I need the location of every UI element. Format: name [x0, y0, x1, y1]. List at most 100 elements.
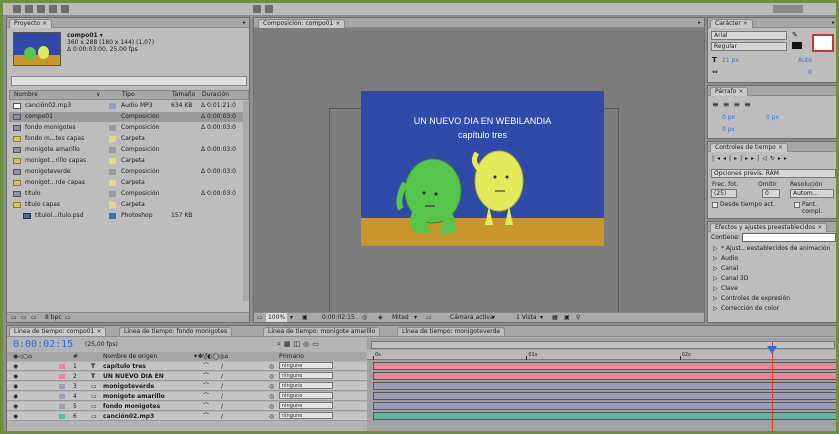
eyedropper-icon[interactable]: ✎: [792, 31, 798, 39]
motion-blur-icon[interactable]: ◎: [303, 340, 312, 348]
project-item[interactable]: título Composición Δ 0:00:03:0: [9, 189, 249, 199]
panel-menu-icon[interactable]: ▸: [698, 19, 701, 26]
effects-category[interactable]: ▷ Canal: [711, 264, 836, 274]
space-before-value[interactable]: 0 px: [722, 126, 735, 133]
label-color-swatch[interactable]: [109, 191, 116, 197]
interpret-footage-icon[interactable]: ▭: [11, 313, 17, 322]
project-item[interactable]: títulol...ítulo.psd Photoshop 157 KB: [9, 211, 249, 221]
column-size[interactable]: Tamaño: [172, 91, 195, 99]
column-name[interactable]: Nombre: [14, 91, 38, 99]
label-color-swatch[interactable]: [109, 169, 116, 175]
shy-switch-icon[interactable]: ⌒: [203, 392, 209, 401]
effects-category[interactable]: ▷ Audio: [711, 254, 836, 264]
project-scrollbar[interactable]: [243, 101, 249, 301]
tab-effects[interactable]: Efectos y ajustes preestablecidos ×: [710, 223, 828, 232]
project-item[interactable]: monigoteverde Composición Δ 0:00:03:0: [9, 167, 249, 177]
source-name-header[interactable]: Nombre de origen: [103, 352, 157, 361]
shy-switch-icon[interactable]: ⌒: [203, 382, 209, 391]
leading-value[interactable]: Auto: [798, 57, 812, 64]
resolution-select[interactable]: Mitad: [392, 313, 409, 322]
effects-category[interactable]: ▷ Canal 3D: [711, 274, 836, 284]
graph-editor-icon[interactable]: ▭: [312, 340, 322, 348]
close-icon[interactable]: ×: [96, 328, 101, 335]
indent-left-value[interactable]: 0 px: [722, 114, 735, 121]
audio-icon[interactable]: ◁: [762, 155, 770, 162]
effects-category[interactable]: ▷ Controles de expresión: [711, 294, 836, 304]
layer-duration-bar[interactable]: [373, 362, 836, 370]
zoom-tool-icon[interactable]: [37, 5, 45, 13]
align-right-icon[interactable]: ≡: [733, 100, 744, 109]
flowchart-icon[interactable]: ⚲: [576, 313, 580, 322]
parent-select[interactable]: ninguno: [279, 402, 333, 409]
font-style-select[interactable]: Regular: [711, 42, 787, 51]
comp-timecode[interactable]: 0:00:02:15: [322, 313, 355, 322]
project-item[interactable]: monigot...rde capas Carpeta: [9, 178, 249, 188]
project-item[interactable]: canción02.mp3 Audio MP3 634 KB Δ 0:01:21:0: [9, 101, 249, 111]
parent-select[interactable]: ninguno: [279, 412, 333, 419]
project-search-bar[interactable]: [11, 76, 247, 86]
quality-switch-icon[interactable]: /: [221, 382, 223, 391]
parent-select[interactable]: ninguno: [279, 382, 333, 389]
visibility-eye-icon[interactable]: ◉: [13, 382, 18, 391]
parent-pickwhip-icon[interactable]: ◎: [269, 392, 274, 401]
chevron-down-icon[interactable]: ▾: [290, 313, 293, 322]
shy-switch-icon[interactable]: ⌒: [203, 362, 209, 371]
parent-pickwhip-icon[interactable]: ◎: [269, 372, 274, 381]
current-time-indicator[interactable]: [771, 342, 773, 431]
justify-icon[interactable]: ≡: [744, 100, 755, 109]
hand-tool-icon[interactable]: [25, 5, 33, 13]
parent-select[interactable]: ninguno: [279, 372, 333, 379]
layer-label-swatch[interactable]: [59, 384, 65, 389]
snapshot-icon[interactable]: ◎: [362, 313, 367, 322]
comp-name[interactable]: compo01 ▾: [67, 32, 103, 39]
draft-3d-icon[interactable]: ◫: [294, 340, 304, 348]
ram-preview-icon[interactable]: ▸▸: [778, 155, 790, 162]
grid-icon[interactable]: ▦: [552, 313, 558, 322]
ram-options-select[interactable]: Opciones previs. RAM: [711, 169, 836, 178]
close-icon[interactable]: ×: [817, 224, 822, 231]
safe-zones-icon[interactable]: ▣: [302, 313, 308, 322]
full-screen-checkbox[interactable]: [794, 202, 800, 208]
layer-duration-bar[interactable]: [373, 372, 836, 380]
shy-switch-icon[interactable]: ⌒: [203, 402, 209, 411]
panel-menu-icon[interactable]: ▸: [243, 19, 246, 26]
parent-pickwhip-icon[interactable]: ◎: [269, 362, 274, 371]
tab-timeline-fondo[interactable]: Línea de tiempo: fondo monigotes: [119, 327, 233, 336]
timeline-timecode[interactable]: 0:00:02:15: [13, 339, 73, 350]
disclosure-triangle-icon[interactable]: ▷: [713, 284, 718, 294]
resolution-select[interactable]: Autom...: [790, 189, 834, 198]
disclosure-triangle-icon[interactable]: ▷: [713, 244, 718, 254]
layer-label-swatch[interactable]: [59, 414, 65, 419]
layer-label-swatch[interactable]: [59, 404, 65, 409]
quality-switch-icon[interactable]: /: [221, 392, 223, 401]
parent-select[interactable]: ninguno: [279, 362, 333, 369]
label-color-swatch[interactable]: [109, 158, 116, 164]
align-left-icon[interactable]: ≡: [712, 100, 723, 109]
fill-color-swatch[interactable]: [792, 42, 802, 49]
parent-pickwhip-icon[interactable]: ◎: [269, 402, 274, 411]
stroke-color-swatch[interactable]: [812, 34, 834, 52]
visibility-eye-icon[interactable]: ◉: [13, 412, 18, 421]
parent-pickwhip-icon[interactable]: ◎: [269, 382, 274, 391]
quality-switch-icon[interactable]: /: [221, 412, 223, 421]
text-tool-icon[interactable]: [265, 5, 273, 13]
visibility-eye-icon[interactable]: ◉: [13, 372, 18, 381]
tab-timeline-amarillo[interactable]: Línea de tiempo: monigote amarillo: [263, 327, 381, 336]
first-frame-icon[interactable]: |◂: [712, 155, 723, 162]
timeline-layer-row[interactable]: ◉ 1 Tcapítulo tres ⌒ / ◎ ninguno: [7, 362, 367, 371]
loop-icon[interactable]: ↻: [770, 155, 778, 162]
tab-composition[interactable]: Composición: compo01 ×: [258, 19, 346, 28]
tab-paragraph[interactable]: Párrafo ×: [710, 87, 749, 96]
column-type[interactable]: Tipo: [122, 91, 135, 99]
layer-duration-bar[interactable]: [373, 392, 836, 400]
label-color-swatch[interactable]: [109, 136, 116, 142]
rotate-tool-icon[interactable]: [49, 5, 57, 13]
comp-mini-flowchart-icon[interactable]: ▦: [284, 340, 294, 348]
label-color-swatch[interactable]: [109, 202, 116, 208]
parent-select[interactable]: ninguno: [279, 392, 333, 399]
effects-category[interactable]: ▷ Corrección de color: [711, 304, 836, 314]
indent-right-value[interactable]: 0 px: [766, 114, 779, 121]
timeline-layer-row[interactable]: ◉ 3 ▭ monigoteverde ⌒ / ◎ ninguno: [7, 382, 367, 391]
visibility-eye-icon[interactable]: ◉: [13, 392, 18, 401]
layer-duration-bar[interactable]: [373, 412, 836, 420]
